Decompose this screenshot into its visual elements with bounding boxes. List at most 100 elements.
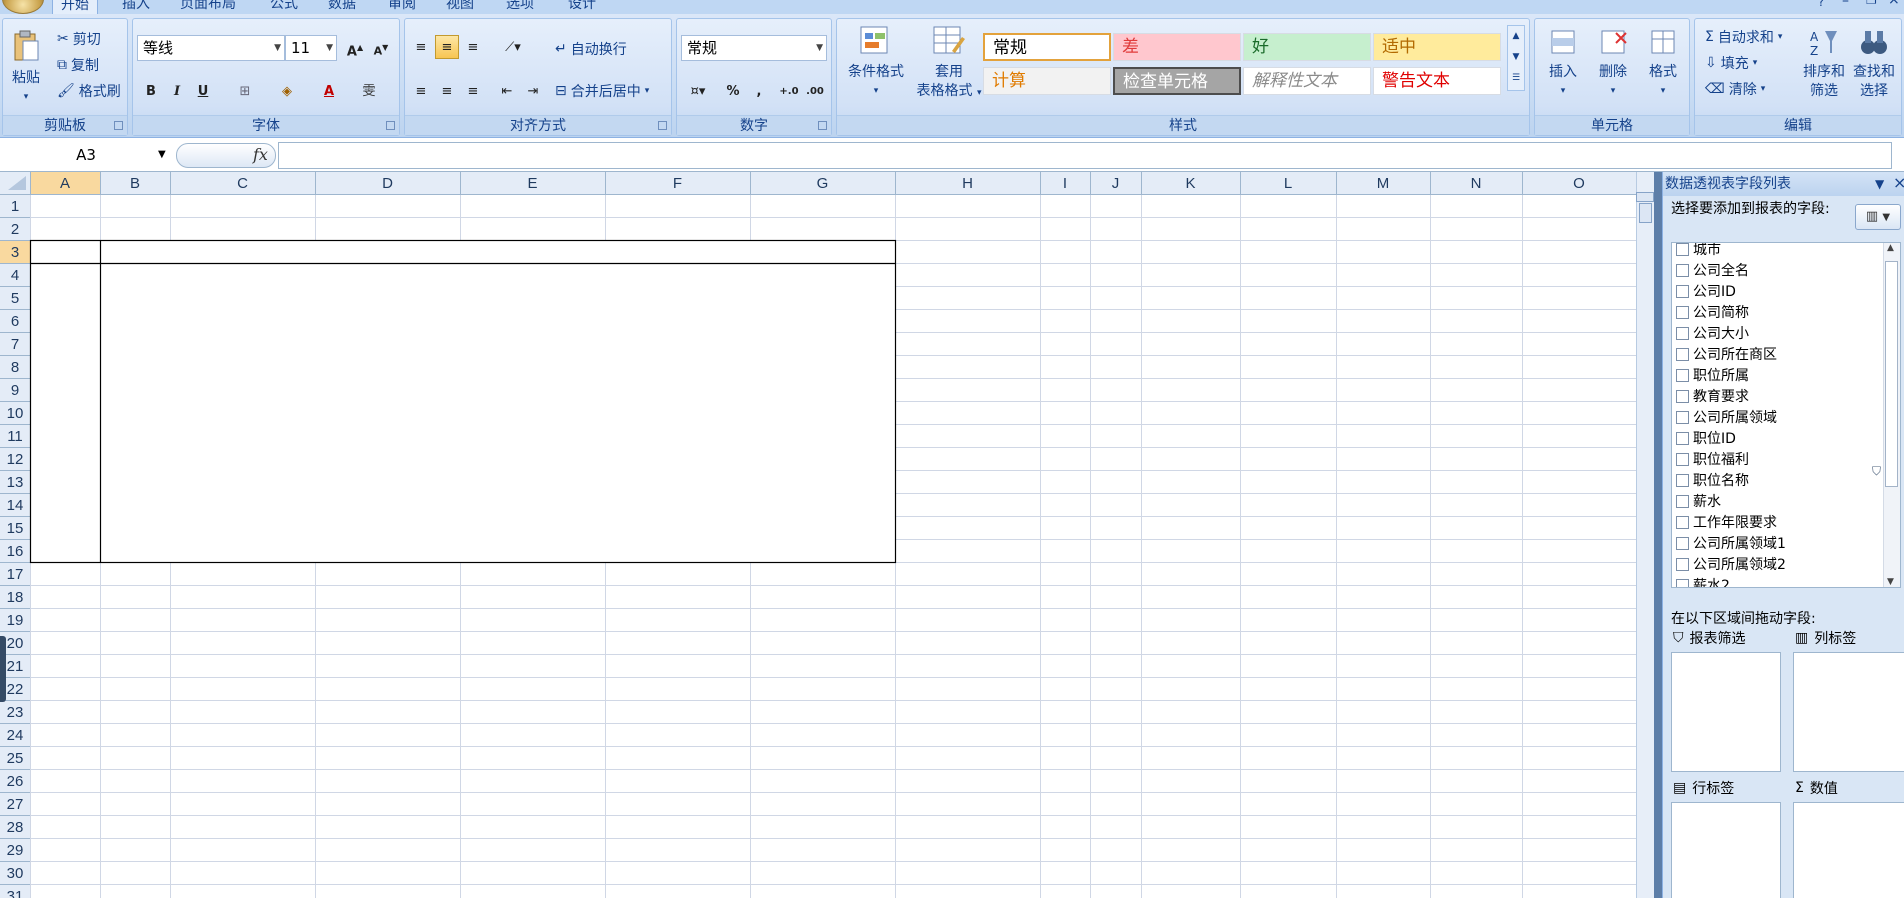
pivot-field-item[interactable]: 城市 <box>1676 243 1721 259</box>
pivot-field-item[interactable]: 薪水 <box>1676 491 1721 511</box>
field-checkbox[interactable] <box>1676 368 1689 382</box>
pivot-field-item[interactable]: 公司所属领域1 <box>1676 533 1786 553</box>
format-as-table-button[interactable]: 套用 表格格式 ▾ <box>911 25 987 103</box>
tab-home[interactable]: 开始 <box>52 0 98 14</box>
font-size-combo[interactable]: 11 ▼ <box>285 35 337 61</box>
increase-indent-icon[interactable]: ⇥ <box>521 79 545 103</box>
shrink-font-button[interactable]: A▼ <box>369 35 393 59</box>
values-drop-area[interactable] <box>1793 802 1904 898</box>
scroll-up-icon[interactable]: ▲ <box>1887 243 1894 253</box>
tab-page-layout[interactable]: 页面布局 <box>180 0 236 14</box>
clipboard-launcher[interactable] <box>114 121 123 130</box>
copy-button[interactable]: ⧉ 复制 <box>57 55 99 75</box>
close-icon[interactable]: × <box>1888 0 1900 8</box>
field-checkbox[interactable] <box>1676 494 1689 508</box>
office-button[interactable] <box>2 0 44 14</box>
font-launcher[interactable] <box>386 121 395 130</box>
pivot-field-item[interactable]: 公司大小 <box>1676 323 1749 343</box>
merge-center-button[interactable]: ⊟ 合并后居中 ▾ <box>555 81 649 101</box>
pivot-field-item[interactable]: 公司所属领域 <box>1676 407 1777 427</box>
field-checkbox[interactable] <box>1676 410 1689 424</box>
cell-style-7[interactable]: 解释性文本 <box>1243 67 1371 95</box>
decrease-decimal-icon[interactable]: .00 <box>803 79 827 103</box>
worksheet-grid[interactable]: A B C D E F G H I J K L M N O 1 2 3 4 5 6 7 8 9 10 11 12 13 14 15 16 17… <box>0 172 1636 898</box>
pivot-field-item[interactable]: 薪水2 <box>1676 575 1730 587</box>
field-checkbox[interactable] <box>1676 347 1689 361</box>
pivot-field-item[interactable]: 职位ID <box>1676 428 1736 448</box>
field-checkbox[interactable] <box>1676 389 1689 403</box>
cell-style-5[interactable]: 计算 <box>983 67 1111 95</box>
paste-button[interactable]: 粘贴 ▾ <box>5 29 47 107</box>
sort-filter-button[interactable]: AZ 排序和 筛选 <box>1799 27 1849 101</box>
phonetic-icon[interactable]: 雯 <box>357 79 381 103</box>
font-name-combo[interactable]: 等线 ▼ <box>137 35 285 61</box>
field-list-scrollbar[interactable]: ▲ ▼ <box>1883 243 1900 587</box>
field-checkbox[interactable] <box>1676 452 1689 466</box>
align-left-icon[interactable]: ≡ <box>409 79 433 103</box>
underline-button[interactable]: U <box>191 79 215 103</box>
scroll-thumb[interactable] <box>1639 203 1652 223</box>
field-checkbox[interactable] <box>1676 284 1689 298</box>
tab-design[interactable]: 设计 <box>568 0 596 14</box>
vertical-scrollbar[interactable] <box>1636 172 1654 898</box>
pivot-field-item[interactable]: 职位福利 <box>1676 449 1749 469</box>
format-cells-button[interactable]: 格式 ▾ <box>1639 27 1687 101</box>
restore-icon[interactable]: ❐ <box>1866 0 1877 7</box>
comma-button[interactable]: , <box>747 79 771 103</box>
cut-button[interactable]: ✂ 剪切 <box>57 29 101 49</box>
chevron-down-icon[interactable]: ▼ <box>1875 177 1884 191</box>
cell-style-3[interactable]: 好 <box>1243 33 1371 61</box>
pivot-field-item[interactable]: 职位所属 <box>1676 365 1749 385</box>
cell-style-4[interactable]: 适中 <box>1373 33 1501 61</box>
field-checkbox[interactable] <box>1676 515 1689 529</box>
number-launcher[interactable] <box>818 121 827 130</box>
font-color-icon[interactable]: A <box>317 79 341 103</box>
cell-style-6[interactable]: 检查单元格 <box>1113 67 1241 95</box>
pivot-layout-button[interactable]: ▥ ▼ <box>1855 204 1901 230</box>
alignment-launcher[interactable] <box>658 121 667 130</box>
field-checkbox[interactable] <box>1676 578 1689 587</box>
insert-cells-button[interactable]: 插入 ▾ <box>1539 27 1587 101</box>
name-box[interactable]: A3 <box>0 143 172 167</box>
fill-button[interactable]: ⇩ 填充 ▾ <box>1705 53 1757 73</box>
align-right-icon[interactable]: ≡ <box>461 79 485 103</box>
pivot-field-item[interactable]: 职位名称 <box>1676 470 1749 490</box>
field-checkbox[interactable] <box>1676 243 1689 256</box>
increase-decimal-icon[interactable]: +.0 <box>777 79 801 103</box>
align-middle-icon[interactable]: ≡ <box>435 35 459 59</box>
delete-cells-button[interactable]: 删除 ▾ <box>1589 27 1637 101</box>
pivot-field-item[interactable]: 公司所在商区 <box>1676 344 1777 364</box>
field-checkbox[interactable] <box>1676 305 1689 319</box>
tab-view[interactable]: 视图 <box>446 0 474 14</box>
conditional-formatting-button[interactable]: 条件格式 ▾ <box>841 25 911 101</box>
chevron-down-icon[interactable]: ▼ <box>158 149 166 160</box>
field-checkbox[interactable] <box>1676 557 1689 571</box>
align-bottom-icon[interactable]: ≡ <box>461 35 485 59</box>
pane-divider[interactable] <box>1654 172 1662 898</box>
field-list-thumb[interactable] <box>1885 261 1898 487</box>
row-labels-drop-area[interactable] <box>1671 802 1781 898</box>
number-format-combo[interactable]: 常规 ▼ <box>681 35 827 61</box>
pivot-field-item[interactable]: 公司全名 <box>1676 260 1749 280</box>
tab-insert[interactable]: 插入 <box>122 0 150 14</box>
pivot-field-item[interactable]: 公司ID <box>1676 281 1736 301</box>
format-painter-button[interactable]: 🖌 格式刷 <box>57 81 121 101</box>
autosum-button[interactable]: Σ 自动求和 ▾ <box>1705 27 1782 47</box>
align-top-icon[interactable]: ≡ <box>409 35 433 59</box>
insert-function-button[interactable]: fx <box>253 145 268 164</box>
cell-style-2[interactable]: 差 <box>1113 33 1241 61</box>
wrap-text-button[interactable]: ↵ 自动换行 <box>555 39 627 59</box>
close-icon[interactable]: × <box>1893 173 1904 192</box>
tab-formulas[interactable]: 公式 <box>270 0 298 14</box>
field-checkbox[interactable] <box>1676 473 1689 487</box>
find-select-button[interactable]: 查找和 选择 <box>1849 27 1899 101</box>
filter-icon[interactable]: ⛉ <box>1872 464 1881 479</box>
pivot-field-item[interactable]: 工作年限要求 <box>1676 512 1777 532</box>
split-box[interactable] <box>1636 192 1654 202</box>
minimize-icon[interactable]: – <box>1842 0 1849 9</box>
align-center-icon[interactable]: ≡ <box>435 79 459 103</box>
field-checkbox[interactable] <box>1676 431 1689 445</box>
clear-button[interactable]: ⌫ 清除 ▾ <box>1705 79 1765 99</box>
decrease-indent-icon[interactable]: ⇤ <box>495 79 519 103</box>
cell-style-8[interactable]: 警告文本 <box>1373 67 1501 95</box>
